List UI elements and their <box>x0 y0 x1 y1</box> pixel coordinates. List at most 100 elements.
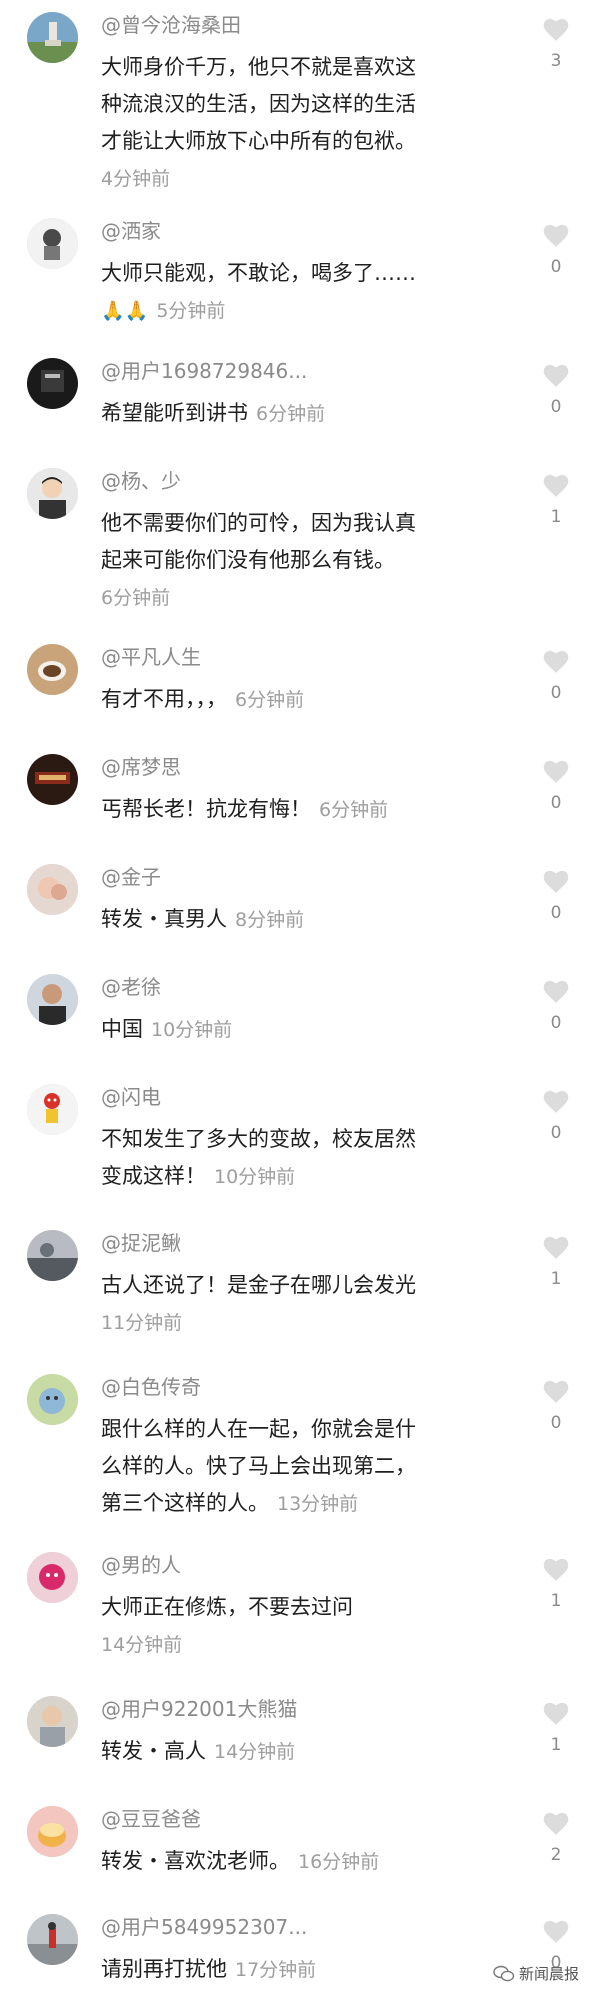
heart-icon <box>543 1236 569 1259</box>
timestamp: 6分钟前 <box>256 403 326 425</box>
comment-text: 转发・喜欢沈老师。 16分钟前 <box>101 1849 380 1873</box>
like-button[interactable]: 1 <box>541 1699 571 1755</box>
username[interactable]: @洒家 <box>101 218 161 244</box>
watermark-text: 新闻晨报 <box>518 1965 579 1983</box>
avatar[interactable] <box>27 1552 78 1603</box>
avatar[interactable] <box>27 1696 78 1747</box>
timestamp: 17分钟前 <box>235 1959 317 1981</box>
pray-emoji: 🙏🙏 <box>101 300 149 322</box>
avatar[interactable] <box>27 644 78 695</box>
heart-icon <box>543 1558 569 1581</box>
like-count: 1 <box>550 1269 562 1289</box>
username[interactable]: @捉泥鳅 <box>101 1230 181 1256</box>
like-count: 1 <box>550 1591 562 1611</box>
comment-text: 跟什么样的人在一起，你就会是什 么样的人。快了马上会出现第二， 第三个这样的人。 13… <box>101 1417 416 1515</box>
username[interactable]: @白色传奇 <box>101 1374 201 1400</box>
username[interactable]: @平凡人生 <box>101 644 201 670</box>
like-count: 0 <box>550 903 562 923</box>
like-button[interactable]: 0 <box>541 977 571 1033</box>
like-button[interactable]: 0 <box>541 221 571 277</box>
username[interactable]: @豆豆爸爸 <box>101 1806 201 1832</box>
like-count: 0 <box>550 257 562 277</box>
heart-icon <box>543 364 569 387</box>
timestamp: 6分钟前 <box>319 799 389 821</box>
comment-text: 大师只能观，不敢论，喝多了…… 🙏🙏 5分钟前 <box>101 261 416 322</box>
timestamp: 13分钟前 <box>277 1493 359 1515</box>
heart-icon <box>543 1380 569 1403</box>
like-count: 3 <box>550 51 562 71</box>
comment-text: 古人还说了！是金子在哪儿会发光 11分钟前 <box>101 1273 416 1334</box>
like-count: 0 <box>550 1123 562 1143</box>
avatar[interactable] <box>27 754 78 805</box>
avatar[interactable] <box>27 218 78 269</box>
like-count: 0 <box>550 1013 562 1033</box>
timestamp: 14分钟前 <box>214 1741 296 1763</box>
timestamp: 14分钟前 <box>101 1634 183 1656</box>
username[interactable]: @用户1698729846... <box>101 358 307 384</box>
like-button[interactable]: 2 <box>541 1809 571 1865</box>
like-count: 1 <box>550 1735 562 1755</box>
avatar[interactable] <box>27 864 78 915</box>
like-count: 0 <box>550 793 562 813</box>
wechat-icon <box>493 1965 515 1981</box>
heart-icon <box>543 224 569 247</box>
like-button[interactable]: 0 <box>541 361 571 417</box>
comment-text: 丐帮长老！抗龙有悔！ 6分钟前 <box>101 797 389 821</box>
username[interactable]: @席梦思 <box>101 754 181 780</box>
heart-icon <box>543 650 569 673</box>
username[interactable]: @闪电 <box>101 1084 161 1110</box>
like-button[interactable]: 0 <box>541 1087 571 1143</box>
like-button[interactable]: 0 <box>541 1377 571 1433</box>
like-button[interactable]: 0 <box>541 757 571 813</box>
heart-icon <box>543 1812 569 1835</box>
comment-text: 不知发生了多大的变故，校友居然 变成这样！ 10分钟前 <box>101 1127 416 1188</box>
avatar[interactable] <box>27 1914 78 1965</box>
avatar[interactable] <box>27 468 78 519</box>
username[interactable]: @用户5849952307... <box>101 1914 307 1940</box>
comment-text: 转发・真男人 8分钟前 <box>101 907 305 931</box>
comment-text: 大师正在修炼，不要去过问 14分钟前 <box>101 1595 353 1656</box>
heart-icon <box>543 18 569 41</box>
username[interactable]: @用户922001大熊猫 <box>101 1696 297 1722</box>
timestamp: 6分钟前 <box>101 587 171 609</box>
comment-text: 大师身价千万，他只不就是喜欢这 种流浪汉的生活，因为这样的生活 才能让大师放下心中所… <box>101 55 416 190</box>
like-button[interactable]: 1 <box>541 1233 571 1289</box>
heart-icon <box>543 1920 569 1943</box>
like-count: 2 <box>550 1845 562 1865</box>
comment-text: 中国 10分钟前 <box>101 1017 233 1041</box>
avatar[interactable] <box>27 1084 78 1135</box>
avatar[interactable] <box>27 1374 78 1425</box>
like-count: 0 <box>550 1413 562 1433</box>
heart-icon <box>543 1090 569 1113</box>
avatar[interactable] <box>27 1230 78 1281</box>
like-count: 0 <box>550 683 562 703</box>
avatar[interactable] <box>27 974 78 1025</box>
heart-icon <box>543 474 569 497</box>
like-button[interactable]: 1 <box>541 1555 571 1611</box>
username[interactable]: @曾今沧海桑田 <box>101 12 241 38</box>
avatar[interactable] <box>27 358 78 409</box>
heart-icon <box>543 980 569 1003</box>
like-count: 1 <box>550 507 562 527</box>
like-button[interactable]: 0 <box>541 647 571 703</box>
like-count: 0 <box>550 397 562 417</box>
avatar[interactable] <box>27 1806 78 1857</box>
timestamp: 8分钟前 <box>235 909 305 931</box>
avatar[interactable] <box>27 12 78 63</box>
like-button[interactable]: 1 <box>541 471 571 527</box>
like-button[interactable]: 3 <box>541 15 571 71</box>
heart-icon <box>543 760 569 783</box>
timestamp: 11分钟前 <box>101 1312 183 1334</box>
comment-screen: { "comments": [ {"user": "@曾今沧海桑田", "tex… <box>0 0 599 2000</box>
timestamp: 16分钟前 <box>298 1851 380 1873</box>
username[interactable]: @金子 <box>101 864 161 890</box>
timestamp: 5分钟前 <box>156 300 226 322</box>
username[interactable]: @男的人 <box>101 1552 181 1578</box>
comment-text: 他不需要你们的可怜，因为我认真 起来可能你们没有他那么有钱。 6分钟前 <box>101 511 416 609</box>
comment-text: 有才不用，，， 6分钟前 <box>101 687 305 711</box>
username[interactable]: @杨、少 <box>101 468 181 494</box>
username[interactable]: @老徐 <box>101 974 161 1000</box>
like-button[interactable]: 0 <box>541 867 571 923</box>
timestamp: 4分钟前 <box>101 168 171 190</box>
timestamp: 10分钟前 <box>151 1019 233 1041</box>
